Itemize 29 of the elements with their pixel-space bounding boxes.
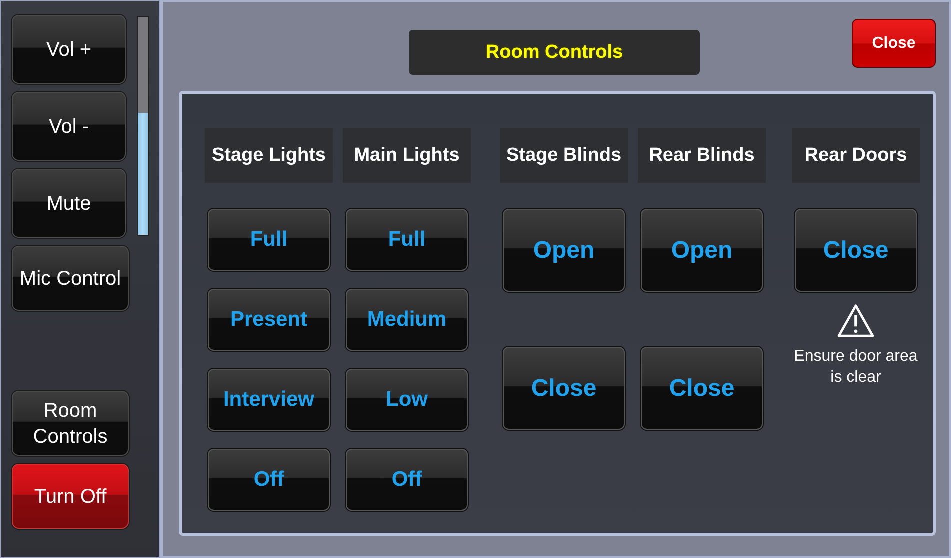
control-button[interactable]: Interview	[208, 369, 330, 431]
sidebar-button[interactable]: Vol -	[12, 92, 126, 161]
control-button[interactable]: Close	[795, 209, 917, 292]
control-button[interactable]: Open	[641, 209, 763, 292]
column-heading: Stage Lights	[205, 128, 333, 183]
warning-text: Ensure door area is clear	[793, 347, 919, 388]
column-heading: Main Lights	[343, 128, 471, 183]
column-heading: Stage Blinds	[500, 128, 628, 183]
sidebar-button[interactable]: Mute	[12, 169, 126, 238]
control-button[interactable]: Close	[641, 347, 763, 430]
sidebar-button[interactable]: Room Controls	[12, 391, 129, 456]
warning-icon	[837, 304, 875, 338]
control-button[interactable]: Close	[503, 347, 625, 430]
sidebar-button[interactable]: Mic Control	[12, 246, 129, 311]
control-button[interactable]: Open	[503, 209, 625, 292]
control-button[interactable]: Full	[346, 209, 468, 271]
control-button[interactable]: Medium	[346, 289, 468, 351]
control-button[interactable]: Present	[208, 289, 330, 351]
close-button[interactable]: Close	[852, 19, 936, 68]
column-heading: Rear Doors	[792, 128, 920, 183]
control-button[interactable]: Low	[346, 369, 468, 431]
column-heading: Rear Blinds	[638, 128, 766, 183]
control-button[interactable]: Full	[208, 209, 330, 271]
control-button[interactable]: Off	[208, 449, 330, 511]
sidebar-button[interactable]: Turn Off	[12, 464, 129, 529]
volume-slider[interactable]	[137, 16, 149, 236]
page-title: Room Controls	[409, 30, 700, 75]
control-button[interactable]: Off	[346, 449, 468, 511]
sidebar-button[interactable]: Vol +	[12, 15, 126, 84]
